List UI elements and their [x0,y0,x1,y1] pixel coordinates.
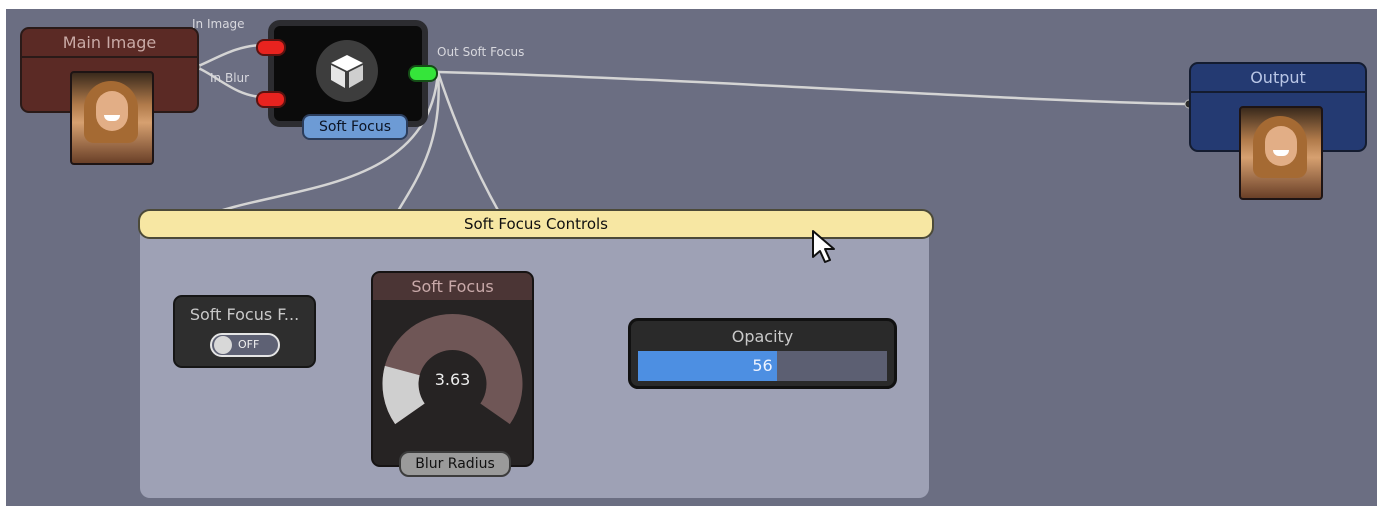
in-image-port-label: In Image [192,17,245,31]
opacity-slider[interactable]: 56 [638,351,887,381]
opacity-node[interactable]: Opacity 56 [628,318,897,389]
dial-node-title: Soft Focus [373,273,532,300]
main-image-title: Main Image [22,29,197,58]
out-soft-focus-port-label: Out Soft Focus [437,45,525,59]
in-blur-port-label: In Blur [210,71,250,85]
soft-focus-toggle-node[interactable]: Soft Focus F... OFF [173,295,316,368]
blur-radius-label: Blur Radius [399,451,511,477]
toggle-state-label: OFF [238,338,260,351]
in-image-port[interactable] [256,39,286,56]
wire-out-to-output [436,70,1190,106]
toggle-node-title: Soft Focus F... [189,305,300,324]
mouse-cursor-icon [812,230,835,263]
soft-focus-effect-node[interactable]: Soft Focus [268,20,428,140]
soft-focus-dial-node[interactable]: Soft Focus 3.63 Blur Radius [371,271,534,477]
node-graph-canvas[interactable]: Main Image In Image In Blur Out Soft Foc… [6,9,1377,506]
output-node[interactable]: Output [1189,62,1367,200]
output-title: Output [1191,64,1365,93]
out-soft-focus-port[interactable] [408,65,438,82]
soft-focus-node-label: Soft Focus [302,114,408,140]
toggle-knob [214,336,232,354]
in-blur-port[interactable] [256,91,286,108]
output-thumbnail [1239,106,1323,200]
main-image-node[interactable]: Main Image [20,27,199,165]
opacity-title: Opacity [731,327,794,346]
blur-radius-value: 3.63 [434,370,471,389]
cube-icon [316,40,378,102]
main-image-thumbnail [70,71,154,165]
wire-image-to-in-image [194,43,266,69]
soft-focus-toggle-switch[interactable]: OFF [210,333,280,357]
opacity-value: 56 [752,356,773,375]
